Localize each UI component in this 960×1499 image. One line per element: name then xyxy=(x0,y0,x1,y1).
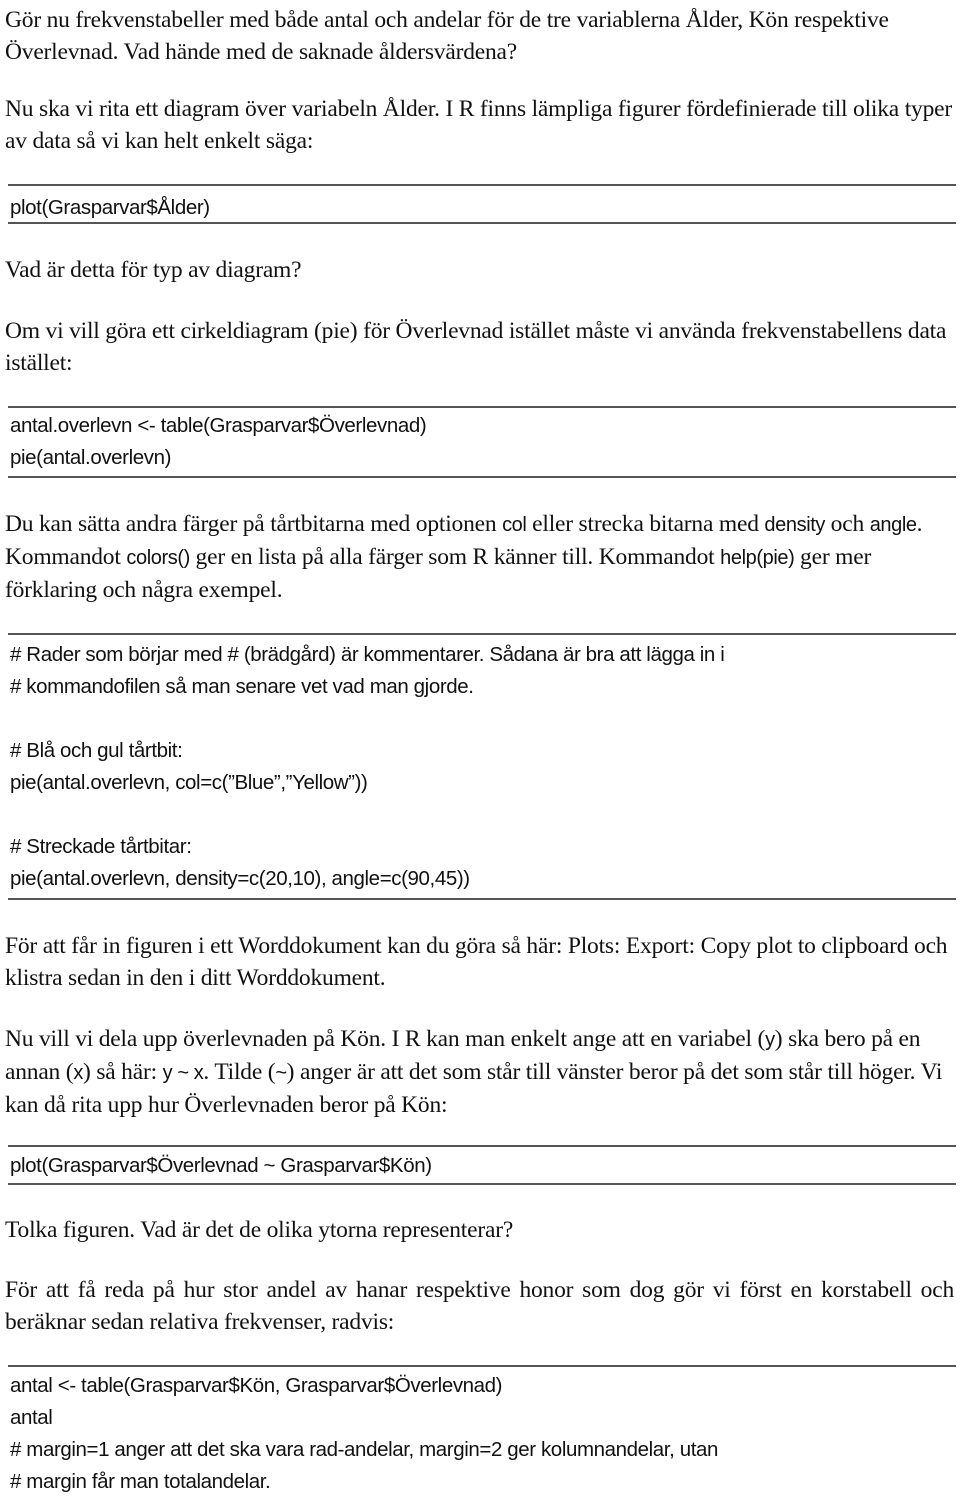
inline-code-y: y xyxy=(765,1029,775,1051)
code-block-plot-formula: plot(Grasparvar$Överlevnad ~ Grasparvar$… xyxy=(10,1150,954,1182)
paragraph-tilde-formula: Nu vill vi dela upp överlevnaden på Kön.… xyxy=(5,1023,954,1121)
code-blank-line: ​ xyxy=(10,703,954,735)
paragraph-interpret-figure: Tolka figuren. Vad är det de olika ytorn… xyxy=(5,1217,514,1243)
code-comment-line: # Blå och gul tårtbit: xyxy=(10,739,183,762)
code-block-pie-examples: # Rader som börjar med # (brädgård) är k… xyxy=(10,639,954,895)
inline-code-density: density xyxy=(764,514,825,536)
paragraph-plot-intro: Nu ska vi rita ett diagram över variabel… xyxy=(5,96,952,154)
paragraph-pie-options: Du kan sätta andra färger på tårtbitarna… xyxy=(5,508,954,606)
code-block-bottom-rule xyxy=(8,476,956,478)
text: och xyxy=(825,511,870,537)
code-block-top-rule xyxy=(8,1145,956,1147)
code-block-plot-alder: plot(Grasparvar$Ålder) xyxy=(10,192,954,224)
code-line: pie(antal.overlevn, col=c(”Blue”,”Yellow… xyxy=(10,771,368,794)
code-line: pie(antal.overlevn, density=c(20,10), an… xyxy=(10,867,470,890)
code-block-bottom-rule xyxy=(8,222,956,224)
code-block-bottom-rule xyxy=(8,1183,956,1185)
text: . Tilde ( xyxy=(203,1059,276,1085)
inline-code-angle: angle xyxy=(869,514,917,536)
text: Nu vill vi dela upp överlevnaden på Kön.… xyxy=(5,1026,766,1052)
code-block-top-rule xyxy=(8,406,956,408)
inline-code-colors: colors() xyxy=(126,547,190,569)
inline-code-help-pie: help(pie) xyxy=(720,547,795,569)
paragraph-cross-table-intro: För att få reda på hur stor andel av han… xyxy=(5,1277,954,1335)
code-block-top-rule xyxy=(8,633,956,635)
text: ger en lista på alla färger som R känner… xyxy=(189,544,721,570)
inline-code-col: col xyxy=(502,514,527,536)
code-blank-line: ​ xyxy=(10,799,954,831)
paragraph-question-diagram-type: Vad är detta för typ av diagram? xyxy=(5,257,302,283)
code-line: antal xyxy=(10,1406,53,1429)
text: ) så här: xyxy=(83,1059,163,1085)
text: Du kan sätta andra färger på tårtbitarna… xyxy=(5,511,503,537)
code-comment-line: # Streckade tårtbitar: xyxy=(10,835,192,858)
code-line: antal <- table(Grasparvar$Kön, Grasparva… xyxy=(10,1374,503,1397)
code-block-top-rule xyxy=(8,184,956,186)
code-line: antal.overlevn <- table(Grasparvar$Överl… xyxy=(10,414,427,437)
code-comment-line: # kommandofilen så man senare vet vad ma… xyxy=(10,675,474,698)
code-block-pie: antal.overlevn <- table(Grasparvar$Överl… xyxy=(10,410,954,474)
inline-code-x: x xyxy=(73,1062,84,1084)
paragraph-frequency-tables: Gör nu frekvenstabeller med både antal o… xyxy=(5,7,889,65)
code-comment-line: # Rader som börjar med # (brädgård) är k… xyxy=(10,643,725,666)
code-comment-line: # margin=1 anger att det ska vara rad-an… xyxy=(10,1438,718,1461)
code-block-cross-table: antal <- table(Grasparvar$Kön, Grasparva… xyxy=(10,1370,954,1498)
paragraph-export-to-word: För att får in figuren i ett Worddokumen… xyxy=(5,933,948,991)
code-comment-line: # margin får man totalandelar. xyxy=(10,1470,271,1493)
code-block-bottom-rule xyxy=(8,898,956,900)
code-line: plot(Grasparvar$Överlevnad ~ Grasparvar$… xyxy=(10,1154,432,1177)
text: eller strecka bitarna med xyxy=(526,511,765,537)
code-line: plot(Grasparvar$Ålder) xyxy=(10,196,210,219)
paragraph-pie-intro: Om vi vill göra ett cirkeldiagram (pie) … xyxy=(5,318,947,376)
inline-code-formula: y ~ x xyxy=(162,1062,204,1084)
inline-code-tilde: ~ xyxy=(275,1062,287,1084)
code-block-top-rule xyxy=(8,1365,956,1367)
code-line: pie(antal.overlevn) xyxy=(10,446,172,469)
